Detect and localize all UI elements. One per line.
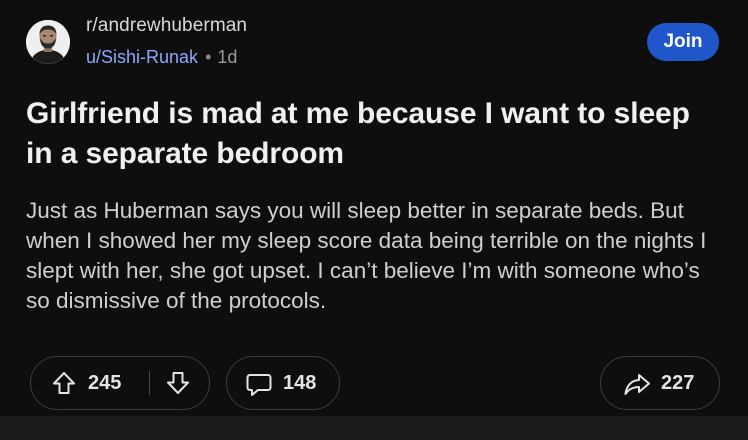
vote-control: 245 <box>30 356 210 410</box>
share-count: 227 <box>661 372 695 394</box>
subreddit-avatar[interactable] <box>26 20 70 64</box>
author-username[interactable]: u/Sishi-Runak <box>86 47 198 67</box>
arrow-up-icon[interactable] <box>51 370 77 396</box>
share-arrow-icon <box>623 371 651 397</box>
bottom-divider <box>0 416 748 440</box>
post-card: r/andrewhuberman u/Sishi-Runak • 1d Join G… <box>0 0 748 416</box>
avatar-image <box>26 20 70 64</box>
comments-button[interactable]: 148 <box>226 356 340 410</box>
upvote-count: 245 <box>88 372 122 394</box>
post-title[interactable]: Girlfriend is mad at me because I want t… <box>26 94 716 174</box>
share-button[interactable]: 227 <box>600 356 720 410</box>
post-meta: u/Sishi-Runak • 1d <box>86 46 237 68</box>
vote-divider <box>149 371 150 395</box>
post-age: 1d <box>217 47 238 67</box>
join-button[interactable]: Join <box>647 23 719 61</box>
post-body: Just as Huberman says you will sleep bet… <box>26 198 707 313</box>
meta-separator: • <box>205 47 212 67</box>
comment-bubble-icon <box>245 370 273 398</box>
comment-count: 148 <box>283 372 317 394</box>
arrow-down-icon[interactable] <box>165 370 191 396</box>
subreddit-name[interactable]: r/andrewhuberman <box>86 14 247 38</box>
